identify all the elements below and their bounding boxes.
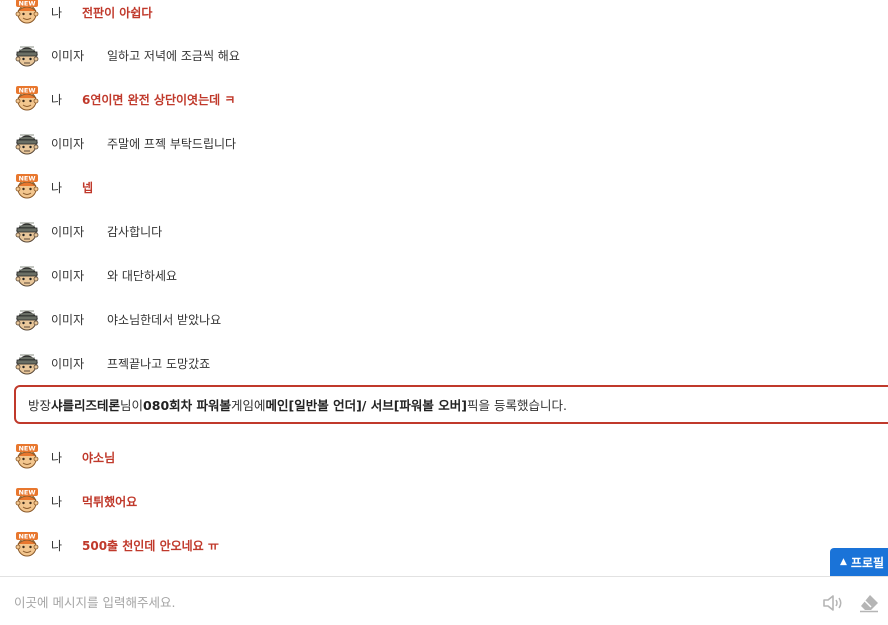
chat-log: NEW 나 전판이 아쉽다이미자 일하고 저녁에 조금씩 해요 NEW 나 6연이면 완전 … [0,0,888,576]
sender-name[interactable]: 나 [51,179,62,196]
chat-message: 이미자 야소님한데서 받았나요 [0,305,880,333]
sender-name[interactable]: 이미자 [51,47,84,64]
notice-text-3: 게임에 [231,398,266,413]
up-triangle-icon: ▲ [840,557,847,567]
message-text: 500출 천인데 안오네요 ㅠ [82,538,219,553]
message-text: 넵 [82,180,94,195]
sender-name[interactable]: 나 [51,449,62,466]
profile-button-label: 프로필 [850,555,885,570]
message-text: 야소님 [82,450,116,465]
new-badge-avatar-icon: NEW [15,532,39,557]
chat-message: 이미자 프젝끝나고 도망갔죠 [0,349,880,377]
message-text: 먹튀했어요 [82,494,138,509]
chat-message: 이미자 일하고 저녁에 조금씩 해요 [0,41,880,69]
chat-message: NEW 나 6연이면 완전 상단이엿는데 ㅋ [0,85,880,113]
svg-text:NEW: NEW [18,533,35,541]
chat-message: NEW 나 야소님 [0,443,880,471]
new-badge-avatar-icon: NEW [15,174,39,199]
notice-text-1: 방장 [28,398,52,413]
message-text: 감사합니다 [107,224,163,239]
sender-name[interactable]: 이미자 [51,135,84,152]
helmet-avatar-icon [15,134,39,155]
speaker-icon[interactable] [822,594,846,612]
chat-message: NEW 나 전판이 아쉽다 [0,0,880,26]
sender-name[interactable]: 이미자 [51,355,84,372]
new-badge-avatar-icon: NEW [15,444,39,469]
notice-main-pick: 메인[일반볼 언더]/ 서브[파워볼 오버] [265,398,467,413]
svg-text:NEW: NEW [18,445,35,453]
sender-name[interactable]: 나 [51,4,62,21]
message-text: 주말에 프젝 부탁드립니다 [107,136,237,151]
helmet-avatar-icon [15,310,39,331]
new-badge-avatar-icon: NEW [15,488,39,513]
sender-name[interactable]: 이미자 [51,311,84,328]
chat-message: 이미자 와 대단하세요 [0,261,880,289]
new-badge-avatar-icon: NEW [15,86,39,111]
sender-name[interactable]: 나 [51,91,62,108]
chat-message: NEW 나 500출 천인데 안오네요 ㅠ [0,531,880,559]
notice-text-2: 님이 [120,398,144,413]
eraser-icon[interactable] [858,593,880,613]
pick-notice: 방장 샤를리즈테론 님이 080회차 파워볼 게임에 메인[일반볼 언더]/ 서… [14,385,888,424]
sender-name[interactable]: 나 [51,493,62,510]
message-text: 전판이 아쉽다 [82,5,153,20]
profile-button[interactable]: ▲ 프로필 [830,548,888,576]
svg-text:NEW: NEW [18,489,35,497]
sender-name[interactable]: 이미자 [51,267,84,284]
message-text: 6연이면 완전 상단이엿는데 ㅋ [82,92,236,107]
new-badge-avatar-icon: NEW [15,0,39,24]
sender-name[interactable]: 이미자 [51,223,84,240]
helmet-avatar-icon [15,222,39,243]
svg-text:NEW: NEW [18,175,35,183]
chat-message: 이미자 주말에 프젝 부탁드립니다 [0,129,880,157]
message-text: 프젝끝나고 도망갔죠 [107,356,211,371]
message-text: 일하고 저녁에 조금씩 해요 [107,48,240,63]
message-input[interactable] [12,589,776,615]
chat-message: 이미자 감사합니다 [0,217,880,245]
svg-text:NEW: NEW [18,87,35,95]
notice-host-name: 샤를리즈테론 [51,398,121,413]
chat-message: NEW 나 먹튀했어요 [0,487,880,515]
message-text: 야소님한데서 받았나요 [107,312,222,327]
helmet-avatar-icon [15,266,39,287]
helmet-avatar-icon [15,354,39,375]
message-input-bar [0,576,888,625]
chat-message: NEW 나 넵 [0,173,880,201]
sender-name[interactable]: 나 [51,537,62,554]
notice-round: 080회차 파워볼 [143,398,231,413]
message-text: 와 대단하세요 [107,268,178,283]
helmet-avatar-icon [15,46,39,67]
svg-text:NEW: NEW [18,0,35,8]
notice-text-4: 픽을 등록했습니다. [467,398,567,413]
